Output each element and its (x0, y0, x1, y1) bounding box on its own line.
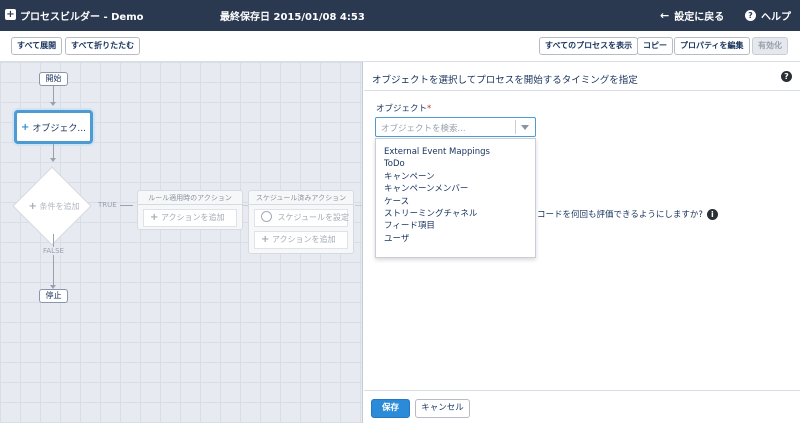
divider (364, 390, 800, 391)
connector-line (355, 205, 363, 206)
start-node: 開始 (39, 72, 68, 86)
help-icon: ? (745, 10, 756, 21)
edit-properties-button[interactable]: プロパティを編集 (674, 37, 750, 55)
object-node[interactable]: + オブジェク... (14, 110, 93, 144)
chevron-down-icon[interactable] (521, 125, 529, 130)
scheduled-actions-lane: スケジュール済みアクション スケジュールを設定 + アクションを追加 (248, 190, 354, 254)
add-immediate-action-button[interactable]: + アクションを追加 (143, 209, 237, 227)
dropdown-option[interactable]: フィード項目 (376, 220, 535, 232)
connector-line (53, 144, 54, 159)
process-canvas[interactable]: 開始 + オブジェク... + 条件を追加 TRUE ルール適用時のアクション … (0, 62, 363, 423)
dropdown-option[interactable]: ケース (376, 196, 535, 208)
object-field-label: オブジェクト* (376, 102, 431, 114)
arrow-down-icon (50, 102, 56, 106)
toolbar: すべて展開 すべて折りたたむ すべてのプロセスを表示 コピー プロパティを編集 … (0, 31, 800, 62)
divider (364, 90, 800, 91)
copy-button[interactable]: コピー (637, 37, 673, 55)
app-title: プロセスビルダー - Demo (20, 12, 144, 23)
connector-line (53, 86, 54, 103)
plus-icon: + (21, 121, 30, 133)
true-label: TRUE (98, 201, 117, 209)
connector-line (53, 234, 54, 286)
collapse-all-button[interactable]: すべて折りたたむ (65, 37, 141, 55)
show-all-processes-button[interactable]: すべてのプロセスを表示 (539, 37, 639, 55)
expand-all-button[interactable]: すべて展開 (11, 37, 63, 55)
plus-icon: + (261, 234, 270, 245)
help-icon[interactable]: ? (781, 71, 792, 82)
scheduled-actions-title: スケジュール済みアクション (249, 191, 353, 205)
dropdown-option[interactable]: External Event Mappings (376, 146, 535, 158)
activate-button[interactable]: 有効化 (752, 37, 788, 55)
arrow-left-icon: ← (660, 9, 670, 22)
evaluation-question-text: コードを何回も評価できるようにしますか? (537, 210, 703, 220)
immediate-actions-title: ルール適用時のアクション (138, 191, 242, 205)
object-settings-panel: オブジェクトを選択してプロセスを開始するタイミングを指定 ? オブジェクト* オ… (364, 62, 800, 423)
object-search-input[interactable]: オブジェクトを検索... (381, 122, 466, 134)
object-dropdown-list: External Event Mappings ToDo キャンペーン キャンペ… (375, 138, 536, 258)
dropdown-option[interactable]: キャンペーン (376, 171, 535, 183)
plus-icon: + (150, 212, 159, 223)
set-schedule-label: スケジュールを設定 (277, 213, 349, 222)
help-label: ヘルプ (761, 12, 791, 23)
object-label-text: オブジェクト (376, 104, 428, 114)
panel-title: オブジェクトを選択してプロセスを開始するタイミングを指定 (372, 75, 638, 86)
object-node-label: オブジェク... (32, 123, 86, 134)
add-action-label: アクションを追加 (271, 235, 336, 244)
stop-node: 停止 (39, 289, 68, 303)
info-icon[interactable]: i (706, 208, 718, 220)
save-button[interactable]: 保存 (371, 399, 410, 418)
dropdown-option[interactable]: ストリーミングチャネル (376, 208, 535, 220)
object-search-combobox[interactable]: オブジェクトを検索... (375, 117, 536, 137)
add-action-label: アクションを追加 (160, 213, 225, 222)
false-label: FALSE (42, 247, 65, 255)
connector-line (120, 205, 133, 206)
clock-icon (261, 211, 272, 222)
back-to-setup-label: 設定に戻る (674, 12, 725, 23)
process-builder-logo-icon: + (5, 9, 16, 20)
last-saved-label: 最終保存日 2015/01/08 4:53 (220, 12, 365, 23)
evaluation-question: コードを何回も評価できるようにしますか? i (537, 208, 718, 220)
app-header: + プロセスビルダー - Demo 最終保存日 2015/01/08 4:53 … (0, 0, 800, 31)
set-schedule-button[interactable]: スケジュールを設定 (254, 209, 349, 227)
cancel-button[interactable]: キャンセル (415, 399, 470, 418)
dropdown-option[interactable]: キャンペーンメンバー (376, 183, 535, 195)
dropdown-option[interactable]: ToDo (376, 158, 535, 170)
criteria-label-text: 条件を追加 (39, 202, 80, 211)
back-to-setup-link[interactable]: ← 設定に戻る (660, 8, 724, 23)
plus-icon: + (28, 201, 37, 212)
help-link[interactable]: ? ヘルプ (745, 8, 791, 23)
add-scheduled-action-button[interactable]: + アクションを追加 (254, 231, 348, 249)
criteria-label: + 条件を追加 (14, 201, 94, 212)
arrow-down-icon (50, 158, 56, 162)
immediate-actions-lane: ルール適用時のアクション + アクションを追加 (137, 190, 243, 230)
divider (515, 120, 516, 134)
dropdown-option[interactable]: ユーザ (376, 233, 535, 245)
required-mark: * (427, 104, 432, 114)
